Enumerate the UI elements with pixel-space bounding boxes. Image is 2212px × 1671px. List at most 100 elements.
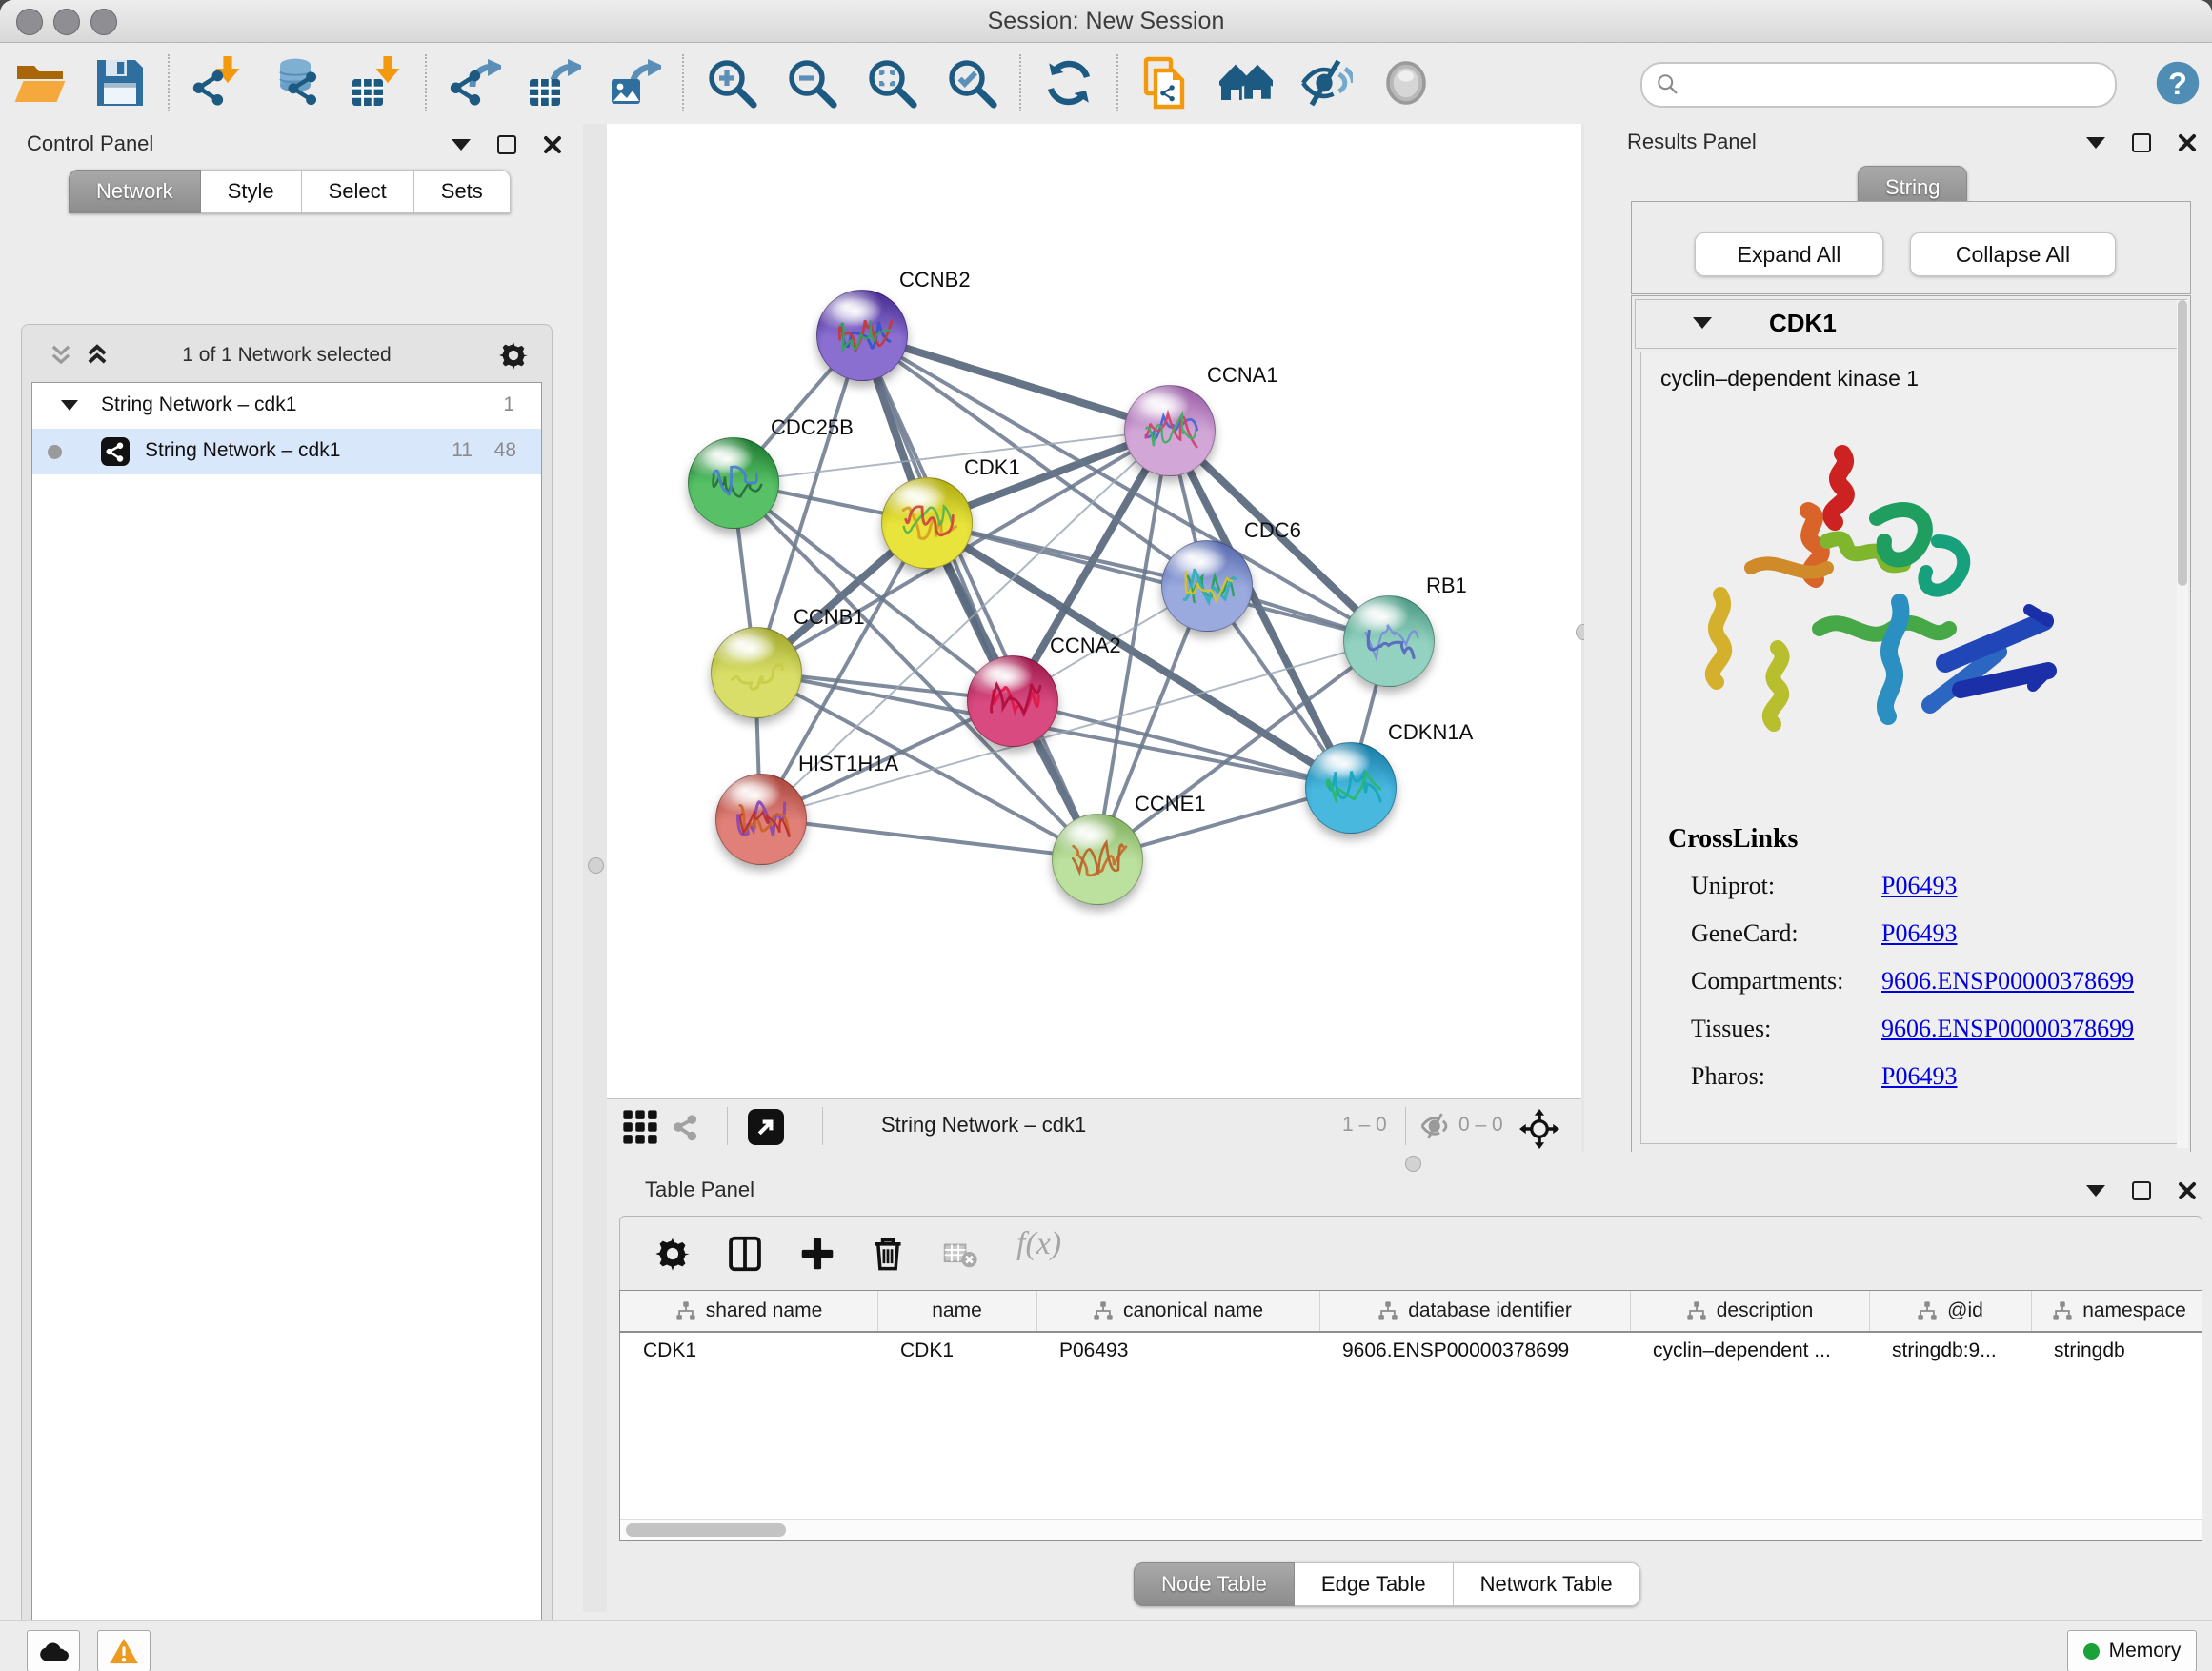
memory-button[interactable]: Memory: [2067, 1630, 2197, 1671]
crosslink-row-genecard: GeneCard:P06493: [1691, 919, 2167, 957]
panel-menu-icon[interactable]: [2086, 1185, 2105, 1197]
column-header-shared-name[interactable]: shared name: [620, 1291, 878, 1331]
tab-style[interactable]: Style: [201, 170, 302, 213]
panel-menu-icon[interactable]: [452, 139, 471, 151]
column-header-description[interactable]: description: [1630, 1291, 1870, 1331]
zoom-selected-icon[interactable]: [945, 56, 998, 110]
fit-content-icon[interactable]: [1519, 1109, 1559, 1154]
show-columns-icon[interactable]: [727, 1236, 763, 1272]
network-row-selected[interactable]: String Network – cdk1 11 48: [32, 429, 541, 474]
network-node-rb1[interactable]: [1343, 595, 1435, 687]
import-table-icon[interactable]: [351, 56, 404, 110]
network-node-ccne1[interactable]: [1052, 814, 1143, 905]
table-cell-namespace[interactable]: stringdb: [2031, 1333, 2202, 1369]
table-cell-canonical-name[interactable]: P06493: [1036, 1333, 1319, 1369]
tree-attribute-icon: [1377, 1300, 1398, 1321]
table-cell-shared-name[interactable]: CDK1: [620, 1333, 877, 1369]
panel-menu-icon[interactable]: [2086, 137, 2105, 149]
network-node-hist1h1a[interactable]: [715, 774, 807, 865]
column-header-namespace[interactable]: namespace: [2031, 1291, 2202, 1331]
tree-expand-icon[interactable]: [61, 400, 78, 411]
table-hscrollbar[interactable]: [620, 1519, 2202, 1540]
column-label: shared name: [706, 1299, 823, 1322]
gene-section-header[interactable]: CDK1: [1635, 299, 2187, 349]
network-collection-row[interactable]: String Network – cdk1 1: [32, 383, 541, 429]
tab-sets[interactable]: Sets: [414, 170, 511, 213]
toolbar-separator: [1019, 54, 1021, 111]
results-scrollbar[interactable]: [2177, 300, 2188, 1148]
network-node-ccnb1[interactable]: [711, 627, 802, 718]
crosslink-link[interactable]: 9606.ENSP00000378699: [1881, 1015, 2134, 1043]
tab-node-table[interactable]: Node Table: [1134, 1562, 1295, 1606]
network-node-ccna2[interactable]: [967, 655, 1058, 747]
search-input[interactable]: [1692, 68, 2105, 100]
panel-float-icon[interactable]: [497, 135, 516, 154]
column-header-canonical-name[interactable]: canonical name: [1036, 1291, 1320, 1331]
help-button[interactable]: ?: [2155, 60, 2201, 106]
birdseye-view-icon[interactable]: [748, 1109, 784, 1150]
horizontal-splitter[interactable]: [607, 1152, 2212, 1174]
gear-icon[interactable]: [498, 340, 529, 375]
refresh-network-icon[interactable]: [1042, 56, 1096, 110]
vertical-splitter-left[interactable]: [583, 124, 607, 1612]
string-houses-icon[interactable]: [1219, 56, 1273, 110]
search-field[interactable]: [1640, 62, 2117, 108]
column-header-id[interactable]: @id: [1869, 1291, 2032, 1331]
panel-close-icon[interactable]: [2178, 1181, 2197, 1200]
crosslink-label: Pharos:: [1691, 1062, 1765, 1090]
network-node-cdkn1a[interactable]: [1305, 742, 1397, 834]
share-view-icon[interactable]: [668, 1109, 704, 1150]
crosslink-link[interactable]: P06493: [1881, 919, 1957, 948]
network-manager-box: 1 of 1 Network selected String Network –…: [21, 324, 553, 1671]
save-session-icon[interactable]: [93, 56, 147, 110]
zoom-fit-icon[interactable]: [865, 56, 918, 110]
table-cell-database-identifier[interactable]: 9606.ENSP00000378699: [1319, 1333, 1630, 1369]
section-collapse-icon[interactable]: [1693, 317, 1712, 329]
panel-close-icon[interactable]: [543, 135, 562, 154]
crosslink-link[interactable]: 9606.ENSP00000378699: [1881, 967, 2134, 996]
table-settings-gear-icon[interactable]: [654, 1236, 691, 1272]
export-image-icon[interactable]: [608, 56, 661, 110]
tab-network-table[interactable]: Network Table: [1454, 1562, 1640, 1606]
export-table-icon[interactable]: [528, 56, 581, 110]
warning-button[interactable]: [97, 1630, 151, 1671]
string-eye-slash-icon[interactable]: [1299, 56, 1353, 110]
open-session-icon[interactable]: [13, 56, 67, 110]
cloud-button[interactable]: [27, 1630, 80, 1671]
string-sphere-icon[interactable]: [1379, 56, 1433, 110]
network-node-ccnb2[interactable]: [816, 290, 908, 381]
network-canvas[interactable]: CCNB2CCNA1CDC25BCDK1CDC6RB1CCNB1CCNA2CDK…: [607, 124, 1581, 1098]
collection-count: 1: [503, 393, 514, 416]
grid-view-icon[interactable]: [622, 1109, 658, 1150]
export-network-icon[interactable]: [448, 56, 501, 110]
node-table[interactable]: shared name namecanonical namedatabase id…: [619, 1290, 2202, 1541]
table-cell-id[interactable]: stringdb:9...: [1869, 1333, 2031, 1369]
crosslink-link[interactable]: P06493: [1881, 872, 1957, 900]
import-network-icon[interactable]: [191, 56, 244, 110]
import-network-database-icon[interactable]: [271, 56, 324, 110]
panel-float-icon[interactable]: [2132, 133, 2151, 152]
expand-all-button[interactable]: Expand All: [1695, 232, 1883, 276]
zoom-in-icon[interactable]: [705, 56, 758, 110]
network-node-cdc6[interactable]: [1161, 540, 1253, 632]
column-header-database-identifier[interactable]: database identifier: [1319, 1291, 1631, 1331]
add-column-icon[interactable]: [799, 1236, 835, 1272]
tab-select[interactable]: Select: [302, 170, 414, 213]
table-cell-description[interactable]: cyclin–dependent ...: [1630, 1333, 1869, 1369]
table-cell-name[interactable]: CDK1: [877, 1333, 1036, 1369]
panel-float-icon[interactable]: [2132, 1181, 2151, 1200]
column-header-name[interactable]: name: [877, 1291, 1037, 1331]
crosslink-link[interactable]: P06493: [1881, 1062, 1957, 1091]
crosslink-label: Uniprot:: [1691, 872, 1775, 899]
tab-edge-table[interactable]: Edge Table: [1295, 1562, 1454, 1606]
panel-close-icon[interactable]: [2178, 133, 2197, 152]
network-node-cdc25b[interactable]: [688, 437, 779, 529]
delete-column-trash-icon[interactable]: [870, 1236, 906, 1272]
zoom-out-icon[interactable]: [785, 56, 838, 110]
network-node-ccna1[interactable]: [1124, 385, 1216, 476]
string-documents-icon[interactable]: [1139, 56, 1193, 110]
collapse-all-button[interactable]: Collapse All: [1910, 232, 2116, 276]
window-titlebar[interactable]: Session: New Session: [0, 0, 2212, 43]
tab-network[interactable]: Network: [69, 170, 201, 213]
network-node-cdk1[interactable]: [881, 477, 973, 569]
